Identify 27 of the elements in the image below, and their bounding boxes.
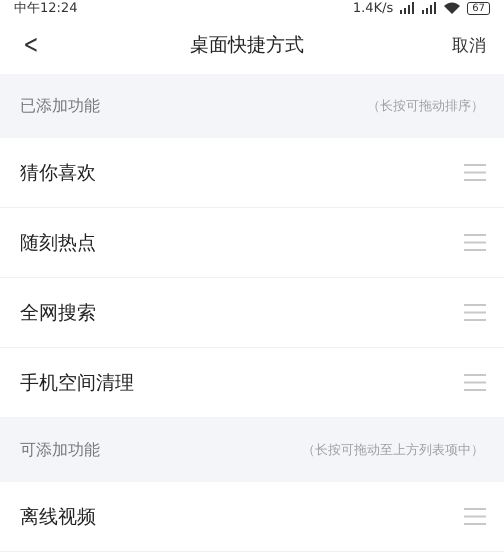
signal-icon bbox=[399, 2, 416, 14]
list-item[interactable]: 猜你喜欢 bbox=[0, 138, 504, 208]
drag-handle-icon bbox=[464, 304, 486, 321]
item-label: 猜你喜欢 bbox=[20, 160, 96, 186]
drag-handle-icon bbox=[464, 374, 486, 391]
item-label: 全网搜索 bbox=[20, 300, 96, 326]
section-hint: （长按可拖动至上方列表项中） bbox=[302, 442, 484, 459]
item-label: 离线视频 bbox=[20, 504, 96, 530]
list-item[interactable]: 全网搜索 bbox=[0, 278, 504, 348]
network-speed: 1.4K/s bbox=[352, 0, 394, 16]
drag-handle-icon bbox=[464, 508, 486, 525]
drag-handle-icon bbox=[464, 164, 486, 181]
item-label: 随刻热点 bbox=[20, 230, 96, 256]
list-item[interactable]: 随刻热点 bbox=[0, 208, 504, 278]
drag-handle-icon bbox=[464, 234, 486, 251]
item-label: 手机空间清理 bbox=[20, 370, 134, 396]
section-title: 可添加功能 bbox=[20, 440, 100, 460]
signal-icon bbox=[421, 2, 438, 14]
status-time: 中午12:24 bbox=[14, 0, 78, 17]
section-hint: （长按可拖动排序） bbox=[367, 98, 484, 115]
section-title: 已添加功能 bbox=[20, 96, 100, 116]
battery-level: 67 bbox=[467, 2, 490, 14]
back-button[interactable]: < bbox=[23, 30, 39, 60]
page-title: 桌面快捷方式 bbox=[190, 33, 304, 58]
wifi-icon bbox=[443, 2, 462, 14]
cancel-button[interactable]: 取消 bbox=[452, 34, 486, 56]
list-item[interactable]: 离线视频 bbox=[0, 482, 504, 552]
